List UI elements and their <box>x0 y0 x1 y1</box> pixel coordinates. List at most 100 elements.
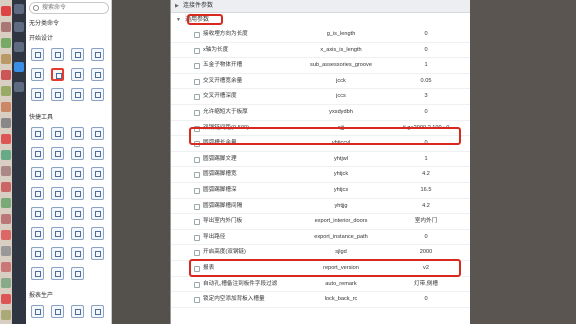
command-tile[interactable] <box>91 147 104 160</box>
param-row[interactable]: 导出室内外门板 export_interior_doors 室内外门 <box>171 214 471 230</box>
param-row[interactable]: 圆弧踢脚槽宽 yhtjck 4.2 <box>171 167 471 183</box>
cube-icon[interactable] <box>14 42 24 52</box>
param-row[interactable]: 圆弧踢脚槽间隔 yhtjjg 4.2 <box>171 199 471 215</box>
param-row[interactable]: 圆弧踢脚槽深 yhtjcs 16.5 <box>171 183 471 199</box>
command-tile[interactable] <box>71 305 84 318</box>
category-start-design[interactable]: 开始设计▴ <box>29 33 123 42</box>
tool-icon[interactable] <box>1 278 11 288</box>
command-tile[interactable] <box>31 127 44 140</box>
param-value[interactable]: 0 <box>386 105 466 121</box>
command-tile[interactable] <box>51 207 64 220</box>
command-tile-selected[interactable] <box>51 68 64 81</box>
command-tile[interactable] <box>31 207 44 220</box>
command-tile[interactable] <box>31 88 44 101</box>
command-tile[interactable] <box>51 187 64 200</box>
param-value[interactable]: 16.5 <box>386 183 466 199</box>
param-value[interactable]: 0 <box>386 292 466 308</box>
param-row[interactable]: 锁定内空添加背板入槽量 lock_back_rc 0 <box>171 292 471 308</box>
panel-icon[interactable] <box>14 62 24 72</box>
tool-icon[interactable] <box>1 150 11 160</box>
tool-icon[interactable] <box>1 198 11 208</box>
command-tile[interactable] <box>51 88 64 101</box>
tool-icon[interactable] <box>1 118 11 128</box>
param-row[interactable]: 交叉开槽宽余量 jcck 0.05 <box>171 74 471 90</box>
command-tile[interactable] <box>31 305 44 318</box>
command-tile[interactable] <box>91 88 104 101</box>
command-tile[interactable] <box>51 227 64 240</box>
param-row[interactable]: 自动孔,槽备注到板件字段过滤 auto_remark 灯带,侧槽 <box>171 277 471 293</box>
tool-icon[interactable] <box>1 214 11 224</box>
command-tile[interactable] <box>51 305 64 318</box>
param-value[interactable]: 灯带,侧槽 <box>386 277 466 293</box>
param-row[interactable]: 导出路径 export_instance_path 0 <box>171 230 471 246</box>
tool-icon[interactable] <box>1 86 11 96</box>
param-row[interactable]: x轴为长度 x_axis_is_length 0 <box>171 43 471 59</box>
tool-icon[interactable] <box>1 262 11 272</box>
param-value[interactable]: 0 <box>386 27 466 43</box>
command-tile[interactable] <box>31 68 44 81</box>
command-tile[interactable] <box>51 247 64 260</box>
command-tile[interactable] <box>31 267 44 280</box>
tool-icon[interactable] <box>1 102 11 112</box>
command-tile[interactable] <box>71 68 84 81</box>
command-tile[interactable] <box>51 127 64 140</box>
param-row[interactable]: 圆弧踢脚文理 yhtjwl 1 <box>171 152 471 168</box>
param-value[interactable]: 室内外门 <box>386 214 466 230</box>
command-tile[interactable] <box>31 187 44 200</box>
home-icon[interactable] <box>14 4 24 14</box>
param-row[interactable]: 允许缩短大于板厚 yxsdydbh 0 <box>171 105 471 121</box>
param-value[interactable]: 4.2 <box>386 199 466 215</box>
param-row[interactable]: 接收埋方向为长度 g_is_length 0 <box>171 27 471 43</box>
command-tile[interactable] <box>71 88 84 101</box>
command-tile[interactable] <box>71 167 84 180</box>
param-value[interactable]: 1 <box>386 58 466 74</box>
command-tile[interactable] <box>31 147 44 160</box>
tool-icon[interactable] <box>1 310 11 320</box>
command-tile[interactable] <box>91 207 104 220</box>
command-tile[interactable] <box>31 227 44 240</box>
command-tile[interactable] <box>91 305 104 318</box>
tool-icon[interactable] <box>1 22 11 32</box>
command-tile[interactable] <box>51 147 64 160</box>
tool-icon[interactable] <box>1 6 11 16</box>
param-value[interactable]: 1 <box>386 152 466 168</box>
command-tile[interactable] <box>71 207 84 220</box>
tool-icon[interactable] <box>1 54 11 64</box>
command-tile[interactable] <box>91 187 104 200</box>
param-value[interactable]: 4.2 <box>386 167 466 183</box>
param-value[interactable]: 0 <box>386 43 466 59</box>
command-tile[interactable] <box>31 48 44 61</box>
tool-icon[interactable] <box>1 230 11 240</box>
command-tile[interactable] <box>71 127 84 140</box>
command-tile[interactable] <box>71 147 84 160</box>
settings-icon[interactable] <box>14 82 24 92</box>
layers-icon[interactable] <box>14 22 24 32</box>
category-report-production[interactable]: 报表生产▴ <box>29 290 123 299</box>
param-row[interactable]: 五金子物体开槽 sub_assessories_groove 1 <box>171 58 471 74</box>
param-value[interactable]: 0 <box>386 230 466 246</box>
tool-icon[interactable] <box>1 294 11 304</box>
command-tile[interactable] <box>71 247 84 260</box>
command-tile[interactable] <box>51 267 64 280</box>
tool-icon[interactable] <box>1 246 11 256</box>
command-tile[interactable] <box>91 167 104 180</box>
tool-icon[interactable] <box>1 182 11 192</box>
command-tile[interactable] <box>71 267 84 280</box>
connector-params-header[interactable]: ▶ 连接件参数 <box>171 0 471 13</box>
command-tile[interactable] <box>71 227 84 240</box>
category-uncategorized[interactable]: 无分类命令▾ <box>29 18 129 27</box>
command-tile[interactable] <box>31 247 44 260</box>
tool-icon[interactable] <box>1 166 11 176</box>
command-tile[interactable] <box>91 68 104 81</box>
tool-icon[interactable] <box>1 134 11 144</box>
command-tile[interactable] <box>91 127 104 140</box>
tool-icon[interactable] <box>1 70 11 80</box>
command-tile[interactable] <box>91 227 104 240</box>
param-value[interactable]: 3 <box>386 89 466 105</box>
search-input[interactable]: 搜索命令 <box>29 2 109 14</box>
command-tile[interactable] <box>71 48 84 61</box>
param-value[interactable]: 0.05 <box>386 74 466 90</box>
tool-icon[interactable] <box>1 38 11 48</box>
command-tile[interactable] <box>71 187 84 200</box>
param-row[interactable]: 交叉开槽深度 jccs 3 <box>171 89 471 105</box>
